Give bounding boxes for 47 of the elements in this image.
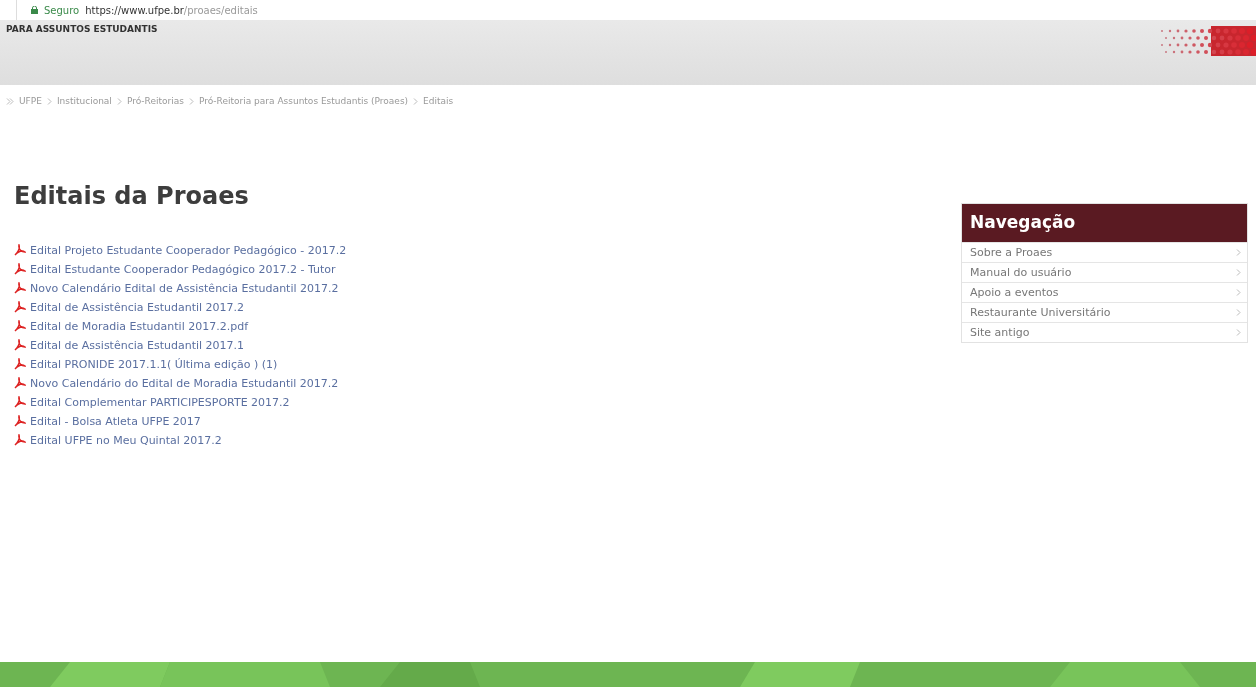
pdf-icon — [14, 396, 26, 408]
document-link[interactable]: Novo Calendário Edital de Assistência Estudantil 2017.2 — [14, 280, 347, 296]
chevron-icon — [1236, 329, 1241, 336]
address-url[interactable]: https://www.ufpe.br/proaes/editais — [85, 4, 258, 16]
breadcrumb-link[interactable]: Pró-Reitoria para Assuntos Estudantis (Proaes) — [198, 96, 409, 106]
navigation-title: Navegação — [962, 204, 1247, 242]
document-link[interactable]: Edital de Assistência Estudantil 2017.1 — [14, 337, 347, 353]
document-link[interactable]: Edital PRONIDE 2017.1.1( Última edição ) (1) — [14, 356, 347, 372]
document-link[interactable]: Edital Complementar PARTICIPESPORTE 2017.2 — [14, 394, 347, 410]
document-link[interactable]: Edital de Assistência Estudantil 2017.2 — [14, 299, 347, 315]
navigation-link[interactable]: Site antigo — [962, 322, 1247, 342]
navigation-link[interactable]: Manual do usuário — [962, 262, 1247, 282]
document-link[interactable]: Novo Calendário do Edital de Moradia Estudantil 2017.2 — [14, 375, 347, 391]
pdf-icon — [14, 339, 26, 351]
lock-icon — [31, 6, 38, 14]
pdf-icon — [14, 263, 26, 275]
pdf-icon — [14, 377, 26, 389]
navigation-link[interactable]: Restaurante Universitário — [962, 302, 1247, 322]
header-title: PARA ASSUNTOS ESTUDANTIS — [6, 24, 158, 34]
pdf-icon — [14, 358, 26, 370]
breadcrumb-link[interactable]: UFPE — [19, 96, 42, 106]
document-link[interactable]: Edital Projeto Estudante Cooperador Pedagógico - 2017.2 — [14, 242, 347, 258]
pdf-icon — [14, 282, 26, 294]
pdf-icon — [14, 301, 26, 313]
chevron-icon — [46, 97, 52, 105]
navigation-link[interactable]: Sobre a Proaes — [962, 242, 1247, 262]
chevron-icon — [1236, 309, 1241, 316]
page-title: Editais da Proaes — [14, 182, 250, 210]
chevron-icon — [1236, 289, 1241, 296]
chevron-icon — [188, 97, 194, 105]
chevron-icon — [413, 97, 419, 105]
pdf-icon — [14, 415, 26, 427]
breadcrumb-link[interactable]: Pró-Reitorias — [126, 96, 184, 106]
pdf-icon — [14, 434, 26, 446]
document-link[interactable]: Edital - Bolsa Atleta UFPE 2017 — [14, 413, 347, 429]
chevron-icon — [116, 97, 122, 105]
chevron-icon — [1236, 269, 1241, 276]
breadcrumb-link[interactable]: Editais — [423, 96, 454, 106]
pdf-icon — [14, 320, 26, 332]
document-link[interactable]: Edital Estudante Cooperador Pedagógico 2017.2 - Tutor — [14, 261, 347, 277]
security-label: Seguro — [44, 4, 80, 16]
document-link[interactable]: Edital de Moradia Estudantil 2017.2.pdf — [14, 318, 347, 334]
document-link[interactable]: Edital UFPE no Meu Quintal 2017.2 — [14, 432, 347, 448]
chevron-icon — [1236, 249, 1241, 256]
navigation-link[interactable]: Apoio a eventos — [962, 282, 1247, 302]
breadcrumb-link[interactable]: Institucional — [56, 96, 112, 106]
pdf-icon — [14, 244, 26, 256]
